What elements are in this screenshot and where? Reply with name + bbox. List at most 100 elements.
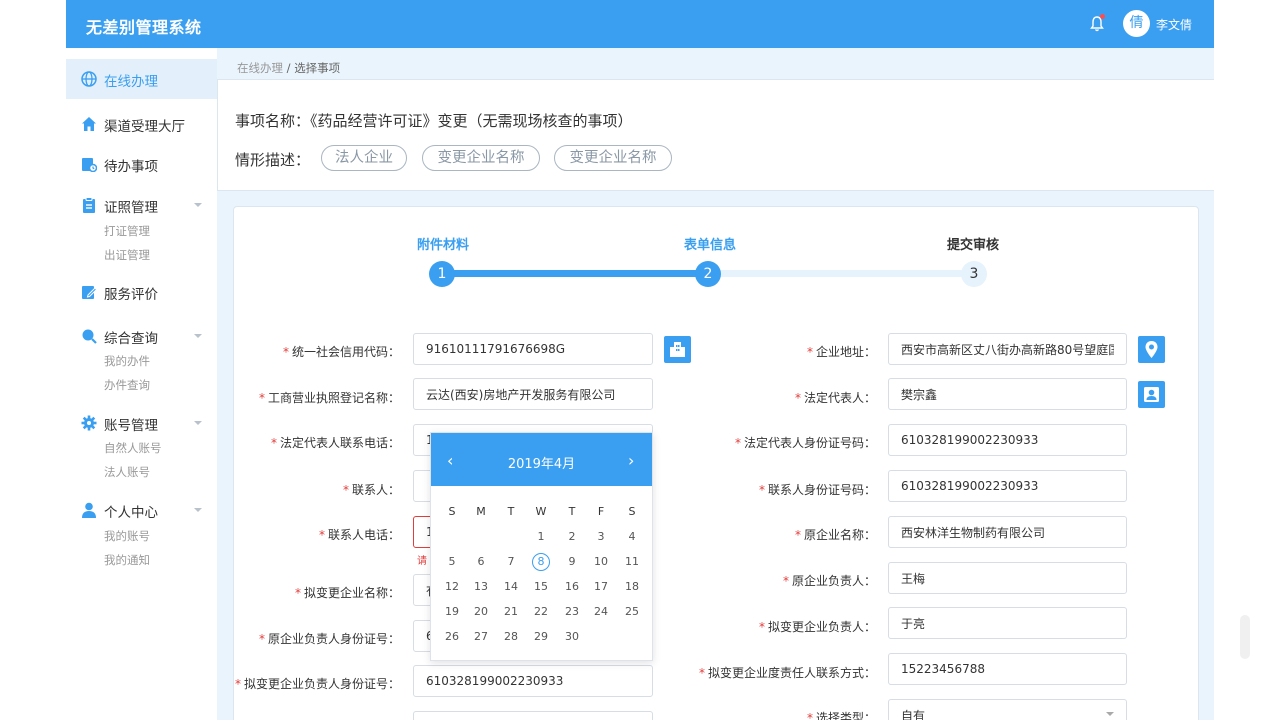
label-license-name: * 工商营业执照登记名称： [258, 391, 400, 405]
sidebar-subitem-case-search[interactable]: 办件查询 [104, 377, 150, 393]
rep-id-input[interactable] [888, 424, 1127, 456]
orig-company-input[interactable] [888, 516, 1127, 548]
sidebar-item-todo[interactable]: 待办事项 [66, 144, 217, 184]
scrollbar[interactable] [1240, 615, 1250, 659]
label-orig-company: * 原企业名称： [794, 528, 876, 542]
calendar-day[interactable]: 6 [468, 553, 494, 571]
chevron-down-icon[interactable] [194, 508, 202, 512]
calendar-day[interactable]: 25 [619, 603, 645, 621]
sidebar-item-profile[interactable]: 个人中心 [66, 490, 217, 530]
next-month-button[interactable]: › [628, 451, 634, 470]
date-picker-title: 2019年4月 [507, 457, 576, 472]
weekday-header: W [535, 505, 547, 518]
step-label-attachments: 附件材料 [417, 238, 470, 253]
sidebar-subitem-legal-account[interactable]: 法人账号 [104, 464, 150, 480]
calendar-day[interactable]: 14 [498, 578, 524, 596]
calendar-day[interactable]: 28 [498, 628, 524, 646]
gear-icon [81, 415, 97, 431]
calendar-day[interactable]: 21 [498, 603, 524, 621]
label-credit-code: * 统一社会信用代码： [282, 345, 400, 359]
app-title: 无差别管理系统 [86, 18, 202, 37]
step-label-submit: 提交审核 [947, 238, 1000, 253]
select-type-input[interactable] [888, 699, 1127, 720]
new-head-input[interactable] [888, 607, 1127, 639]
home-icon [82, 117, 96, 131]
address-input[interactable] [888, 333, 1127, 365]
new-head-id-input[interactable] [413, 665, 653, 697]
calendar-day[interactable]: 4 [619, 528, 645, 546]
label-legal-rep: * 法定代表人： [794, 391, 876, 405]
situation-tag[interactable]: 变更企业名称 [554, 145, 672, 171]
sidebar-item-label: 待办事项 [104, 159, 158, 175]
calendar-day[interactable]: 19 [439, 603, 465, 621]
sidebar-subitem-my-notice[interactable]: 我的通知 [104, 552, 150, 568]
chevron-down-icon[interactable] [194, 334, 202, 338]
label-rep-phone: * 法定代表人联系电话： [270, 436, 400, 450]
sidebar-item-license[interactable]: 证照管理 [66, 185, 217, 225]
sidebar-subitem-issue[interactable]: 出证管理 [104, 247, 150, 263]
sidebar-item-accounts[interactable]: 账号管理 [66, 403, 217, 443]
calendar-day[interactable]: 5 [439, 553, 465, 571]
contact-id-input[interactable] [888, 470, 1127, 502]
situation-tag[interactable]: 法人企业 [321, 145, 407, 171]
label-contact-id: * 联系人身份证号码： [758, 483, 876, 497]
sidebar-subitem-person-account[interactable]: 自然人账号 [104, 440, 162, 456]
calendar-day[interactable]: 29 [528, 628, 554, 646]
sidebar-item-online[interactable]: 在线办理 [66, 59, 217, 99]
sidebar-item-evaluation[interactable]: 服务评价 [66, 272, 217, 312]
avatar[interactable]: 倩 [1123, 10, 1150, 37]
calendar-day[interactable]: 10 [588, 553, 614, 571]
calendar-day[interactable]: 16 [559, 578, 585, 596]
sidebar-subitem-my-cases[interactable]: 我的办件 [104, 353, 150, 369]
label-rep-id: * 法定代表人身份证号码： [734, 436, 876, 450]
chevron-down-icon[interactable] [194, 203, 202, 207]
calendar-day[interactable]: 30 [559, 628, 585, 646]
sidebar-subitem-print[interactable]: 打证管理 [104, 223, 150, 239]
calendar-day[interactable]: 2 [559, 528, 585, 546]
next-field-input[interactable] [413, 711, 653, 720]
calendar-day[interactable]: 15 [528, 578, 554, 596]
calendar-day[interactable]: 13 [468, 578, 494, 596]
user-name[interactable]: 李文倩 [1156, 16, 1192, 33]
situation-label: 情形描述： [235, 151, 311, 169]
label-new-head-contact: * 拟变更企业度责任人联系方式： [698, 666, 876, 680]
calendar-day[interactable]: 18 [619, 578, 645, 596]
calendar-day[interactable]: 3 [588, 528, 614, 546]
sidebar-item-label: 账号管理 [104, 418, 158, 434]
sidebar-subitem-my-account[interactable]: 我的账号 [104, 528, 150, 544]
chevron-down-icon[interactable] [194, 421, 202, 425]
weekday-header: M [476, 505, 486, 518]
calendar-day[interactable]: 11 [619, 553, 645, 571]
sidebar-item-hall[interactable]: 渠道受理大厅 [66, 104, 217, 144]
contact-card-icon [1144, 387, 1159, 402]
label-orig-head: * 原企业负责人： [782, 574, 876, 588]
calendar-day[interactable]: 20 [468, 603, 494, 621]
credit-code-input[interactable] [413, 333, 653, 365]
calendar-day[interactable]: 8 [528, 553, 554, 571]
calendar-day[interactable]: 27 [468, 628, 494, 646]
calendar-day[interactable]: 23 [559, 603, 585, 621]
calendar-day[interactable]: 12 [439, 578, 465, 596]
license-name-input[interactable] [413, 378, 653, 410]
calendar-day[interactable]: 7 [498, 553, 524, 571]
address-map-button[interactable] [1138, 336, 1165, 363]
situation-tag[interactable]: 变更企业名称 [422, 145, 540, 171]
orig-head-input[interactable] [888, 562, 1127, 594]
calendar-day[interactable]: 24 [588, 603, 614, 621]
breadcrumb-root[interactable]: 在线办理 [237, 61, 283, 75]
label-contact-phone: * 联系人电话： [318, 528, 400, 542]
calendar-day[interactable]: 9 [559, 553, 585, 571]
calendar-day[interactable]: 26 [439, 628, 465, 646]
calendar-day[interactable]: 17 [588, 578, 614, 596]
sidebar-item-label: 综合查询 [104, 331, 158, 347]
calendar-day[interactable]: 22 [528, 603, 554, 621]
rep-lookup-button[interactable] [1138, 381, 1165, 408]
calendar-day[interactable]: 1 [528, 528, 554, 546]
legal-rep-input[interactable] [888, 378, 1127, 410]
step-circle-3: 3 [961, 261, 987, 287]
sidebar-item-label: 证照管理 [104, 200, 158, 216]
search-icon [82, 329, 97, 344]
new-head-contact-input[interactable] [888, 653, 1127, 685]
notification-dot [1100, 14, 1105, 19]
sidebar-item-query[interactable]: 综合查询 [66, 316, 217, 356]
